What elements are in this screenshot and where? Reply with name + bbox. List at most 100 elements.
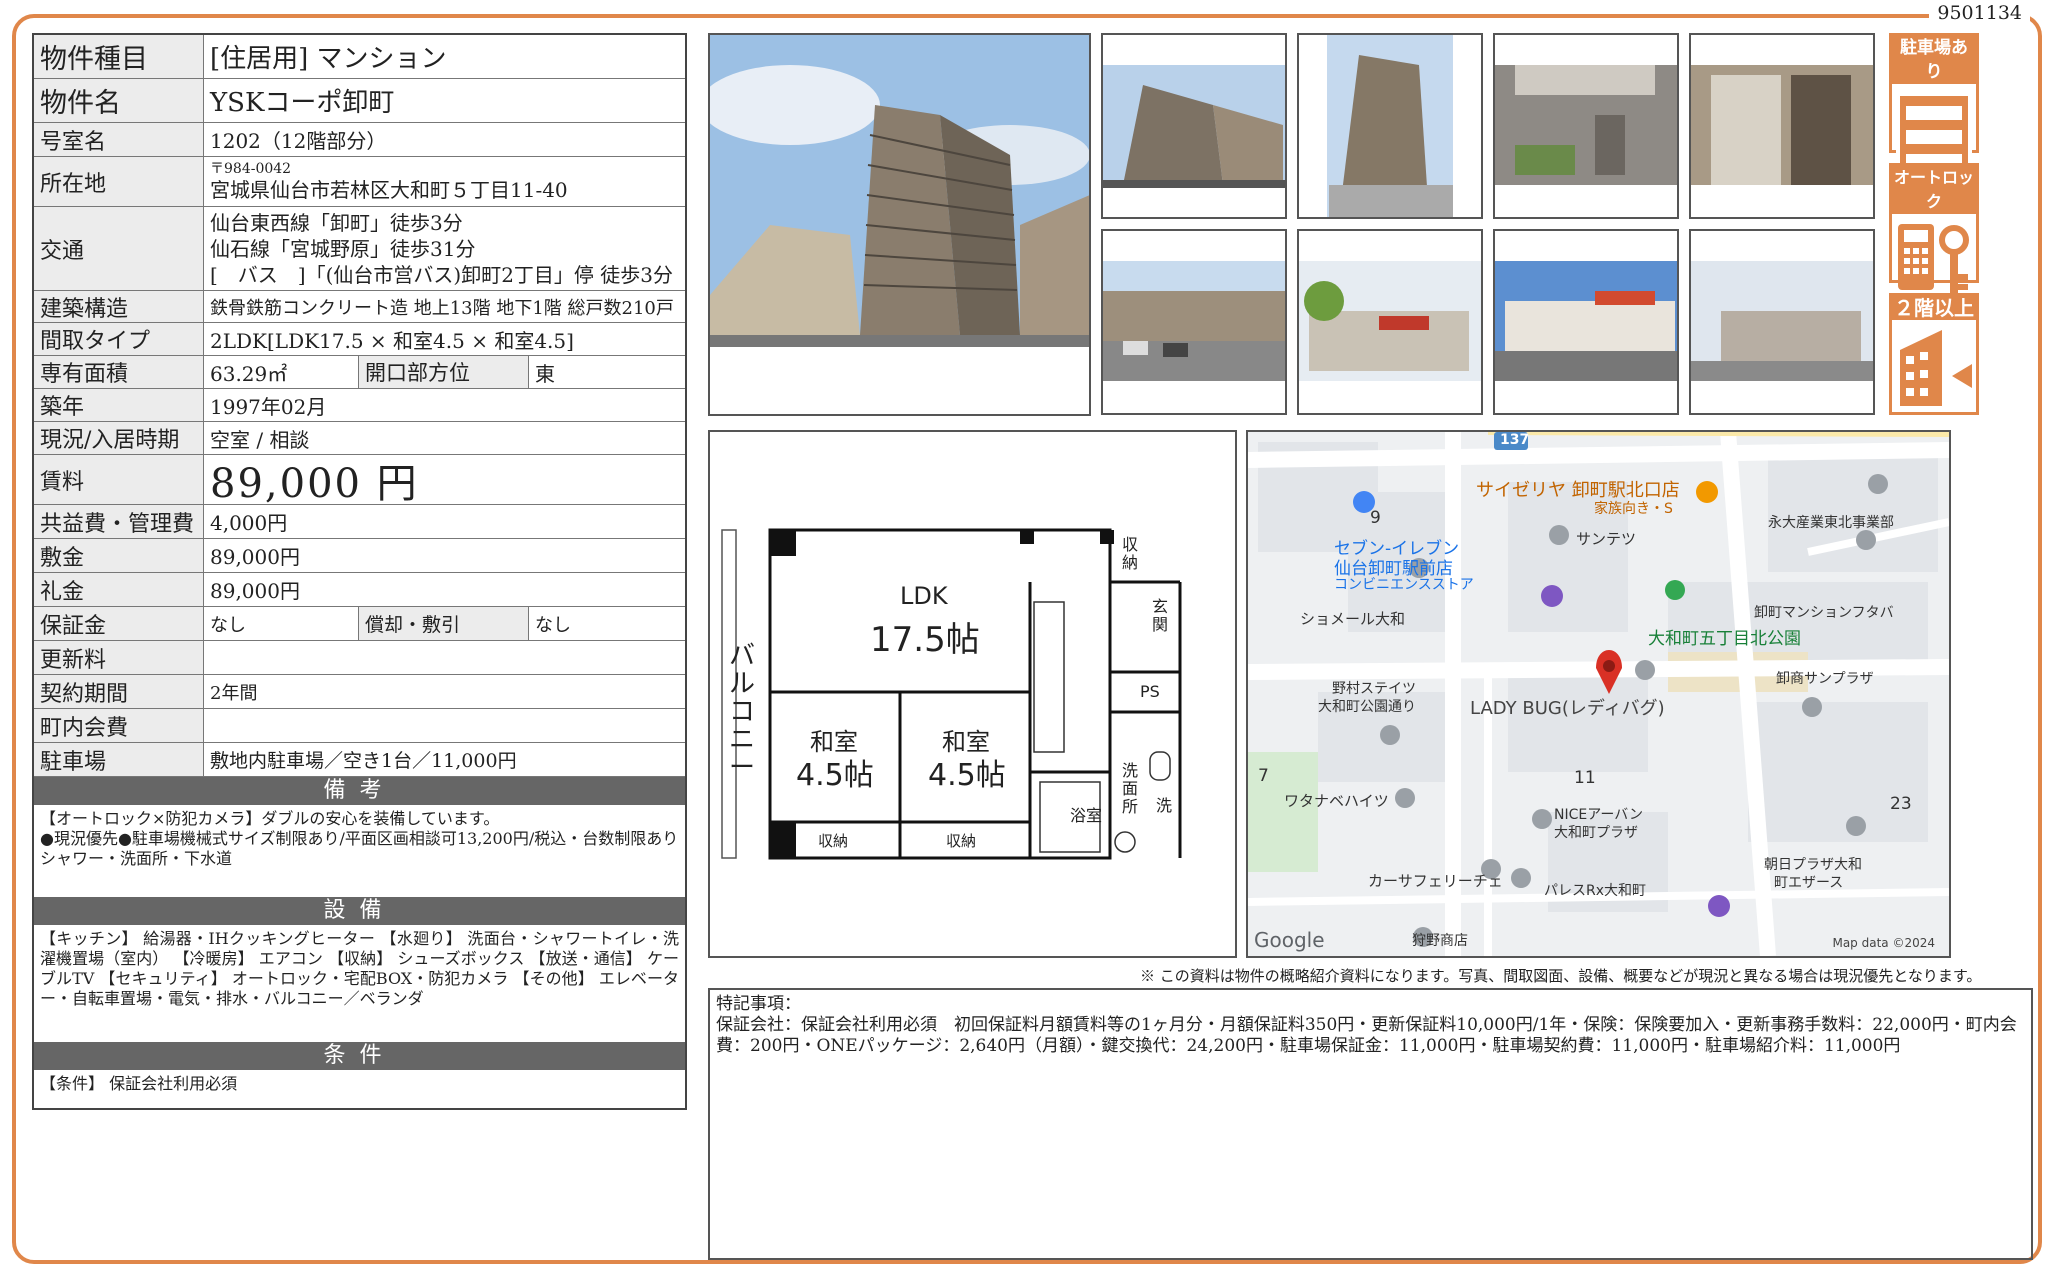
spec-label: 敷金: [34, 539, 204, 572]
thumbnail-photo[interactable]: [1297, 229, 1483, 415]
map-place-label: コンビニエンスストア: [1334, 577, 1474, 593]
spec-row-layout: 間取タイプ 2LDK[LDK17.5 × 和室4.5 × 和室4.5]: [34, 323, 685, 356]
special-notes-title: 特記事項：: [716, 994, 801, 1014]
map-place-label: サンテツ: [1576, 530, 1637, 548]
map-place-label: 町エザース: [1774, 875, 1844, 891]
zip-code: 〒984-0042: [210, 160, 292, 177]
storage-label: 収納: [1122, 535, 1139, 572]
main-building-photo[interactable]: [708, 33, 1091, 416]
spec-label: 賃料: [34, 455, 204, 504]
spec-row-renewal: 更新料: [34, 641, 685, 675]
spec-label: 契約期間: [34, 675, 204, 708]
special-notes-box: 特記事項： 保証会社：保証会社利用必須 初回保証料月額賃料等の1ヶ月分・月額保証…: [708, 988, 2033, 1260]
washitsu-size-label: 4.5帖: [928, 758, 1006, 793]
thumbnail-photo[interactable]: [1689, 33, 1875, 219]
map-place-label: パレスRx大和町: [1544, 883, 1647, 899]
map-block-number: 11: [1574, 768, 1596, 788]
spec-value: 〒984-0042 宮城県仙台市若林区大和町５丁目11-40: [204, 157, 685, 206]
thumbnail-photo[interactable]: [1101, 229, 1287, 415]
equipment-header: 設備: [34, 897, 685, 925]
spec-label: 号室名: [34, 123, 204, 156]
badge-label: ２階以上: [1892, 296, 1976, 320]
spec-value: 鉄骨鉄筋コンクリート造 地上13階 地下1階 総戸数210戸: [210, 297, 674, 319]
spec-value: 4,000円: [210, 511, 288, 535]
spec-label: 築年: [34, 389, 204, 421]
map-place-label: 永大産業東北事業部: [1768, 515, 1894, 531]
parking-thumbnail-image: [1103, 231, 1285, 413]
spec-row-keymoney: 礼金 89,000円: [34, 573, 685, 607]
equipment-text: 【キッチン】 給湯器・IHクッキングヒーター 【水廻り】 洗面台・シャワートイレ…: [40, 929, 679, 1008]
transport-line: 仙台東西線「卸町」徒歩3分: [210, 210, 463, 235]
spec-row-area: 専有面積 63.29㎡ 開口部方位 東: [34, 356, 685, 389]
map-place-label: 野村ステイツ: [1332, 681, 1416, 697]
remarks-header: 備考: [34, 777, 685, 805]
map-place-label: 大和町公園通り: [1318, 699, 1416, 715]
spec-label: 物件種目: [34, 35, 204, 78]
spec-value: なし: [204, 607, 359, 640]
badge-label: オートロック: [1892, 166, 1976, 214]
spec-row-room: 号室名 1202（12階部分）: [34, 123, 685, 157]
spec-label: 駐車場: [34, 743, 204, 776]
spec-label: 物件名: [34, 79, 204, 122]
second-floor-icon: [1900, 330, 1972, 406]
spec-value: 89,000円: [210, 579, 300, 603]
spec-value: なし: [535, 614, 571, 636]
map-block-number: 23: [1890, 794, 1912, 814]
map-place-label: 卸商サンプラザ: [1776, 671, 1874, 687]
location-map[interactable]: 137 サイゼリヤ 卸町駅北口店 家族向き・S セブン-イレブン 仙台卸町駅前店…: [1246, 430, 1951, 958]
washroom-label: 洗面所: [1122, 761, 1139, 816]
floor-plan[interactable]: バルコニー LDK 17.5帖 和室 4.5帖 和室 4.5帖 収納 収納 収納…: [708, 430, 1237, 958]
spec-label: 償却・敷引: [359, 607, 529, 640]
balcony-label: バルコニー: [728, 641, 755, 783]
transport-line: 仙石線「宮城野原」徒歩31分: [210, 236, 476, 261]
badge-parking: 駐車場あり: [1889, 33, 1979, 170]
badge-label: 駐車場あり: [1892, 36, 1976, 84]
thumbnail-photo[interactable]: [1297, 33, 1483, 219]
thumbnail-photo[interactable]: [1689, 229, 1875, 415]
spec-row-community: 町内会費: [34, 709, 685, 743]
map-place-label: 朝日プラザ大和: [1764, 857, 1862, 873]
store-thumbnail-image: [1495, 231, 1677, 413]
spec-table: 物件種目 [住居用] マンション 物件名 YSKコーポ卸町 号室名 1202（1…: [32, 33, 687, 1110]
lobby-thumbnail-image: [1691, 35, 1873, 217]
spec-row-fee: 共益費・管理費 4,000円: [34, 505, 685, 539]
spec-row-address: 所在地 〒984-0042 宮城県仙台市若林区大和町５丁目11-40: [34, 157, 685, 207]
mall-thumbnail-image: [1691, 231, 1873, 413]
spec-label: 礼金: [34, 573, 204, 606]
rent-value: 89,000 円: [210, 460, 419, 507]
spec-row-structure: 建築構造 鉄骨鉄筋コンクリート造 地上13階 地下1階 総戸数210戸: [34, 291, 685, 323]
thumbnail-photo[interactable]: [1493, 229, 1679, 415]
spec-label: 所在地: [34, 157, 204, 206]
disclaimer-text: ※ この資料は物件の概略紹介資料になります。写真、間取図面、設備、概要などが現況…: [1140, 967, 1982, 985]
spec-value: 空室 / 相談: [210, 427, 310, 452]
map-place-label: ショメール大和: [1300, 610, 1406, 628]
route-number: 137: [1500, 432, 1530, 448]
spec-value: 63.29㎡: [204, 356, 359, 388]
map-attribution: Map data ©2024: [1832, 936, 1935, 950]
spec-value: 敷地内駐車場／空き1台／11,000円: [210, 750, 517, 772]
spec-row-guarantee: 保証金 なし 償却・敷引 なし: [34, 607, 685, 641]
spec-value: 2LDK[LDK17.5 × 和室4.5 × 和室4.5]: [210, 328, 574, 353]
spec-value: 東: [535, 361, 555, 386]
parking-icon: [1896, 90, 1972, 170]
storage-label: 収納: [946, 832, 977, 850]
bath-label: 浴室: [1070, 806, 1103, 825]
spec-value: [住居用] マンション: [210, 44, 447, 74]
spec-row-parking: 駐車場 敷地内駐車場／空き1台／11,000円: [34, 743, 685, 777]
spec-value: [204, 641, 685, 674]
spec-label: 更新料: [34, 641, 204, 674]
spec-label: 現況/入居時期: [34, 422, 204, 454]
thumbnail-photo[interactable]: [1493, 33, 1679, 219]
document-code: 9501134: [1929, 2, 2030, 24]
map-place-label: 大和町五丁目北公園: [1648, 629, 1801, 649]
building-thumbnail-image: [1299, 35, 1481, 217]
map-block-number: 9: [1370, 508, 1381, 528]
spec-row-rent: 賃料 89,000 円: [34, 455, 685, 507]
washitsu-size-label: 4.5帖: [796, 758, 874, 793]
spec-row-type: 物件種目 [住居用] マンション: [34, 35, 685, 79]
badge-autolock: オートロック: [1889, 163, 1979, 294]
spec-row-built: 築年 1997年02月: [34, 389, 685, 422]
transport-line: [ バス ]「(仙台市営バス)卸町2丁目」停 徒歩3分: [210, 262, 674, 287]
spec-row-name: 物件名 YSKコーポ卸町: [34, 79, 685, 123]
thumbnail-photo[interactable]: [1101, 33, 1287, 219]
